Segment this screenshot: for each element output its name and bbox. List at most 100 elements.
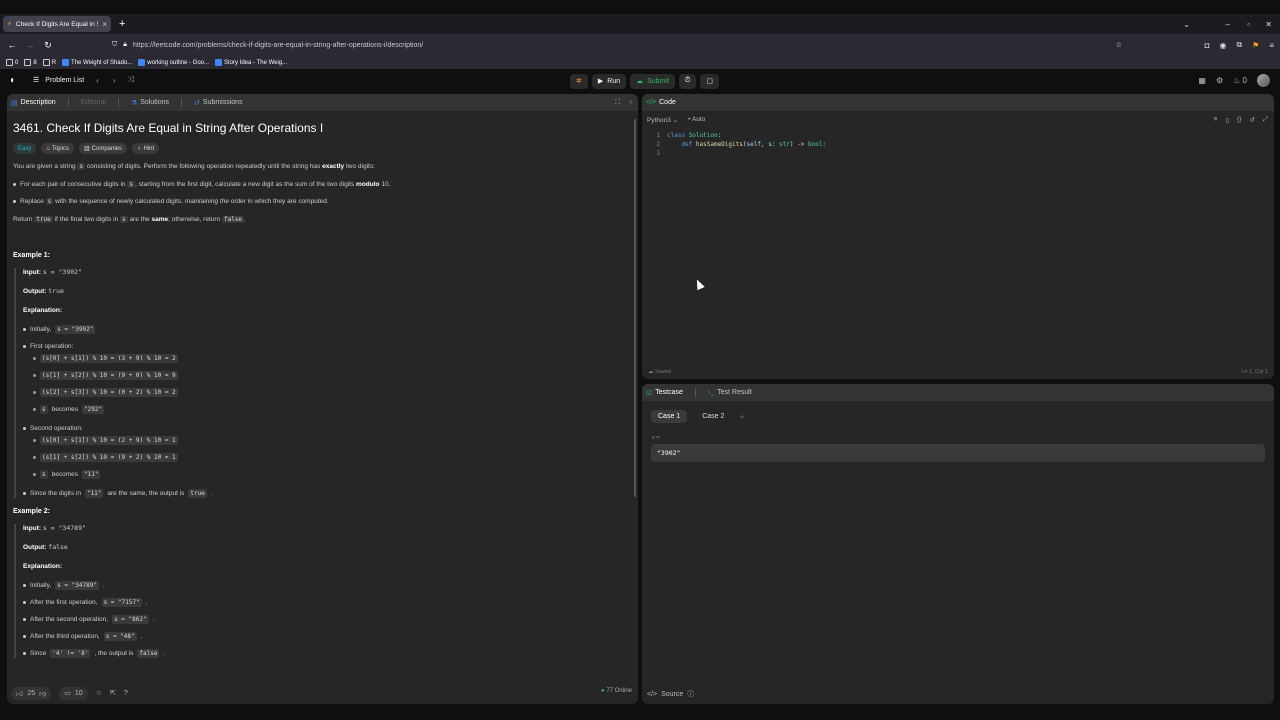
bullet [23, 584, 26, 587]
bookmark-item[interactable]: Story Idea - The Weig... [215, 59, 287, 66]
thumbs-down-icon[interactable]: 👎︎ [39, 689, 46, 698]
auto-complete-toggle[interactable]: • Auto [688, 116, 705, 123]
hint-chip[interactable]: ♁ Hint [132, 143, 160, 154]
code-editor[interactable]: 1 2 3 class Solution: def hasSameDigits(… [642, 130, 1274, 360]
bullet [33, 357, 36, 360]
lock-icon[interactable]: 🔒︎ [123, 41, 127, 49]
braces-icon[interactable]: {} [1237, 116, 1241, 124]
play-icon: ▶ [597, 78, 604, 85]
bookmark-item[interactable]: The Weight of Shado... [62, 59, 132, 66]
bullet [23, 492, 26, 495]
bullet [23, 652, 26, 655]
add-case-icon[interactable]: + [739, 412, 744, 422]
description-scrollbar[interactable] [634, 119, 636, 497]
tab-description[interactable]: ▤ Description [11, 99, 56, 107]
bullet [23, 618, 26, 621]
problem-list-link[interactable]: Problem List [45, 77, 84, 84]
topics-chip[interactable]: ⌂ Topics [41, 143, 74, 154]
case-2-tab[interactable]: Case 2 [695, 410, 731, 423]
minimize-icon[interactable]: – [1226, 14, 1230, 34]
menu-icon[interactable]: ≡ [1269, 41, 1274, 50]
companies-chip[interactable]: ▥ Companies [78, 143, 128, 154]
next-problem-icon[interactable]: › [113, 76, 116, 85]
run-button[interactable]: ▶ Run [591, 73, 627, 89]
online-dot-icon: ● [601, 688, 605, 694]
bullet [23, 635, 26, 638]
description-panel: ▤ Description Editorial ⚗ Solutions ↺ Submi… [7, 94, 638, 704]
return-statement: Return true if the final two digits in s… [13, 216, 246, 223]
bullet [23, 601, 26, 604]
format-icon[interactable]: ≡ [1214, 116, 1218, 124]
browser-tab-active[interactable]: ⚡ Check If Digits Are Equal in Strin × [3, 16, 111, 32]
bullet [13, 200, 16, 203]
bullet [33, 374, 36, 377]
timer-button[interactable]: ⏰︎ [678, 73, 697, 89]
tab-code[interactable]: </> Code [646, 99, 676, 106]
share-icon[interactable]: ⇱ [110, 689, 116, 697]
comments-button[interactable]: ▭ 10 [59, 686, 88, 700]
tag-icon: ⌂ [46, 145, 50, 152]
source-toggle[interactable]: </> Source ⓘ [647, 689, 694, 699]
building-icon: ▥ [83, 146, 90, 152]
streak-counter[interactable]: ♨ 0 [1233, 76, 1247, 85]
close-tab-icon[interactable]: × [102, 20, 107, 29]
help-icon: ⓘ [687, 691, 695, 698]
extensions-icon[interactable]: ⧉ [1236, 40, 1242, 50]
divider [694, 388, 696, 397]
tab-submissions[interactable]: ↺ Submissions [194, 99, 243, 107]
bookmark-star-icon[interactable]: ☆ [1116, 41, 1122, 49]
bookmark-icon[interactable]: ▯ [1225, 116, 1229, 124]
bookmark-item[interactable]: R [42, 59, 56, 66]
avatar[interactable] [1257, 74, 1270, 87]
close-window-icon[interactable]: ✕ [1265, 14, 1272, 34]
url-bar[interactable]: ⛉ 🔒︎ https://leetcode.com/problems/check… [112, 37, 1132, 53]
tab-testcase[interactable]: ☑ Testcase [646, 389, 683, 397]
tab-editorial[interactable]: Editorial [81, 99, 106, 106]
list-icon[interactable]: ☰ [33, 76, 39, 84]
back-icon[interactable]: ← [3, 40, 21, 50]
bookmark-item[interactable]: 8 [24, 59, 37, 66]
testcase-input[interactable]: "3902" [651, 444, 1265, 462]
tab-test-result[interactable]: ›_ Test Result [708, 389, 752, 396]
shuffle-icon[interactable]: ⤨ [128, 75, 134, 85]
bullet [33, 408, 36, 411]
tab-solutions[interactable]: ⚗ Solutions [131, 99, 169, 107]
divider [67, 98, 69, 107]
layout-icon[interactable]: ▦ [1198, 76, 1206, 85]
favorite-star-icon[interactable]: ☆ [96, 689, 102, 697]
reset-icon[interactable]: ↺ [1249, 116, 1254, 124]
bookmark-item[interactable]: working outline - Goo... [138, 59, 209, 66]
account-icon[interactable]: ◉ [1219, 41, 1226, 50]
description-footer: 👍︎ 25 👎︎ ▭ 10 ☆ ⇱ ? ● 77 Online [7, 682, 638, 704]
maximize-panel-icon[interactable]: ⛶ [615, 99, 620, 107]
reload-icon[interactable]: ↻ [39, 40, 57, 51]
extension-icon[interactable]: ⚑ [1252, 41, 1259, 50]
language-select[interactable]: Python3 ⌄ [647, 116, 678, 124]
flask-icon: ⚗ [130, 99, 138, 107]
forward-icon[interactable]: → [21, 40, 39, 50]
browser-nav-bar: ← → ↻ ⛉ 🔒︎ https://leetcode.com/problems… [0, 34, 1280, 56]
testcase-panel: ☑ Testcase ›_ Test Result Case 1 Case 2 + … [642, 384, 1274, 704]
pocket-icon[interactable]: ◘ [1205, 41, 1210, 50]
help-icon[interactable]: ? [124, 690, 128, 697]
tab-list-chevron-icon[interactable]: ⌄ [1183, 14, 1190, 34]
bookmarks-bar: 0 8 R The Weight of Shado... working out… [0, 56, 1280, 69]
thumbs-up-icon[interactable]: 👍︎ [16, 689, 23, 698]
code-brackets-icon: </> [647, 690, 658, 698]
notes-button[interactable]: ▢ [700, 73, 719, 89]
settings-gear-icon[interactable]: ⚙ [1216, 76, 1223, 85]
new-tab-icon[interactable]: + [119, 18, 125, 30]
leetcode-logo-icon[interactable]: ◐ [10, 75, 16, 86]
lightbulb-icon: ♁ [137, 145, 142, 152]
note-icon: ▢ [706, 78, 713, 85]
fullscreen-icon[interactable]: ⤢ [1263, 116, 1268, 124]
case-1-tab[interactable]: Case 1 [651, 410, 688, 423]
submit-button[interactable]: ☁ Submit [630, 73, 675, 89]
maximize-icon[interactable]: ▫ [1247, 14, 1250, 34]
bookmark-item[interactable]: 0 [6, 59, 18, 66]
problem-statement: You are given a string s consisting of d… [13, 163, 375, 170]
prev-problem-icon[interactable]: ‹ [96, 76, 99, 85]
shield-icon[interactable]: ⛉ [112, 41, 117, 49]
debug-button[interactable]: ✲ [570, 73, 588, 89]
collapse-panel-icon[interactable]: ‹ [630, 99, 632, 106]
